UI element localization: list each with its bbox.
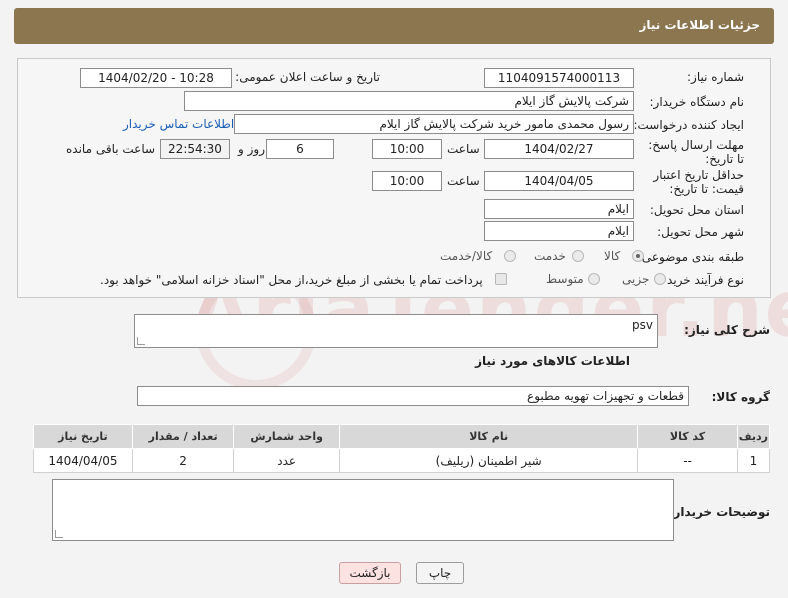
remaining-time-label: ساعت باقی مانده (66, 142, 156, 156)
description-value: psv (632, 318, 653, 332)
price-validity-label: حداقل تاریخ اعتبار قیمت: تا تاریخ: (653, 168, 744, 196)
cell-qty: 2 (131, 448, 235, 473)
description-field[interactable]: psv (134, 314, 658, 348)
province-label: استان محل تحویل: (649, 203, 744, 217)
col-unit-header: واحد شمارش (233, 424, 340, 449)
col-row-header: ردیف (736, 424, 771, 449)
goods-group-field: قطعات و تجهیزات تهویه مطبوع (137, 386, 689, 406)
col-qty-header: تعداد / مقدار (131, 424, 235, 449)
table-row: 1 -- شیر اطمینان (ریلیف) عدد 2 1404/04/0… (33, 448, 771, 473)
reply-date-field: 1404/02/27 (484, 139, 634, 159)
days-label: روز و (238, 142, 265, 156)
reply-time-label: ساعت (447, 142, 480, 156)
category-option-goods-service: کالا/خدمت (440, 249, 493, 263)
creator-field: رسول محمدی مامور خرید شرکت پالایش گاز ای… (234, 114, 634, 134)
announce-field: 1404/02/20 - 10:28 (80, 68, 232, 88)
process-label: نوع فرآیند خرید : (659, 273, 744, 287)
buyer-field: شرکت پالایش گاز ایلام (184, 91, 634, 111)
announce-label: تاریخ و ساعت اعلان عمومی: (235, 70, 380, 84)
col-date-header: تاریخ نیاز (33, 424, 133, 449)
province-field: ایلام (484, 199, 634, 219)
creator-label: ایجاد کننده درخواست: (633, 118, 744, 132)
table-header-row: ردیف کد کالا نام کالا واحد شمارش تعداد /… (33, 424, 771, 449)
buyer-label: نام دستگاه خریدار: (649, 95, 745, 109)
category-radio-goods[interactable] (632, 250, 644, 262)
category-radio-service[interactable] (572, 250, 584, 262)
items-table: ردیف کد کالا نام کالا واحد شمارش تعداد /… (33, 424, 771, 473)
validity-time-field: 10:00 (372, 171, 442, 191)
process-radio-minor[interactable] (654, 273, 666, 285)
page-title: جزئیات اطلاعات نیاز (639, 18, 760, 32)
remaining-time-field: 22:54:30 (160, 139, 230, 159)
city-field: ایلام (484, 221, 634, 241)
cell-code: -- (637, 448, 738, 473)
process-option-minor: جزیی (622, 272, 650, 286)
need-number-label: شماره نیاز: (687, 70, 744, 84)
days-field: 6 (266, 139, 334, 159)
reply-deadline-label: مهلت ارسال پاسخ: تا تاریخ: (648, 138, 744, 166)
category-radio-goods-service[interactable] (504, 250, 516, 262)
category-label: طبقه بندی موضوعی: (637, 250, 744, 264)
goods-section-title: اطلاعات کالاهای مورد نیاز (475, 354, 630, 368)
cell-name: شیر اطمینان (ریلیف) (338, 448, 639, 473)
print-button[interactable]: چاپ (416, 562, 464, 584)
description-label: شرح کلی نیاز: (684, 323, 770, 337)
buyer-notes-label: توضیحات خریدار: (668, 505, 770, 519)
process-option-medium: متوسط (546, 272, 584, 286)
category-option-goods: کالا (604, 249, 621, 263)
validity-date-field: 1404/04/05 (484, 171, 634, 191)
cell-row: 1 (736, 448, 771, 473)
back-button[interactable]: بازگشت (339, 562, 401, 584)
process-radio-medium[interactable] (588, 273, 600, 285)
resize-handle[interactable] (55, 530, 63, 538)
col-code-header: کد کالا (637, 424, 738, 449)
resize-handle[interactable] (137, 337, 145, 345)
cell-unit: عدد (233, 448, 340, 473)
need-number-field: 1104091574000113 (484, 68, 634, 88)
category-option-service: خدمت (534, 249, 566, 263)
col-name-header: نام کالا (338, 424, 639, 449)
city-label: شهر محل تحویل: (657, 225, 744, 239)
page-header: جزئیات اطلاعات نیاز (14, 8, 774, 44)
treasury-checkbox[interactable] (495, 273, 507, 285)
goods-group-label: گروه کالا: (711, 390, 770, 404)
buyer-contact-link[interactable]: اطلاعات تماس خریدار (123, 117, 234, 131)
reply-time-field: 10:00 (372, 139, 442, 159)
payment-note: پرداخت تمام یا بخشی از مبلغ خرید،از محل … (100, 273, 483, 287)
validity-time-label: ساعت (447, 174, 480, 188)
cell-date: 1404/04/05 (33, 448, 133, 473)
buyer-notes-field[interactable] (52, 479, 674, 541)
